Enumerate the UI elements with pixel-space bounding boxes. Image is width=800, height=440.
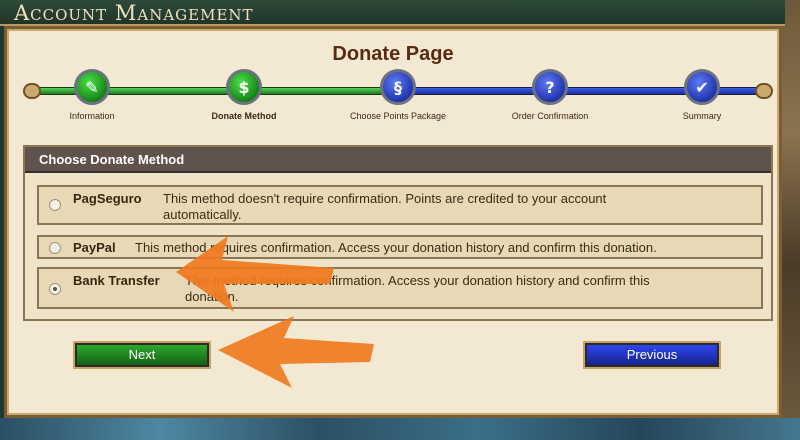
step-information: ✎ Information: [27, 69, 157, 121]
annotation-arrow-next: [218, 316, 374, 388]
method-option-paypal[interactable]: PayPal This method requires confirmation…: [37, 235, 763, 259]
scroll-icon: §: [380, 69, 416, 105]
step-label: Information: [69, 111, 115, 121]
method-description-cont: automatically.: [163, 207, 242, 222]
header-title: Account Management: [14, 1, 254, 25]
method-option-pagseguro[interactable]: PagSeguro This method doesn't require co…: [37, 185, 763, 225]
coins-icon: $: [226, 69, 262, 105]
method-name: PagSeguro: [73, 191, 142, 206]
method-description: This method doesn't require confirmation…: [163, 191, 607, 206]
radio-pagseguro[interactable]: [49, 199, 61, 211]
step-label: Summary: [682, 111, 722, 121]
method-name: PayPal: [73, 240, 116, 255]
step-label: Order Confirmation: [511, 111, 589, 121]
method-option-bank-transfer[interactable]: Bank Transfer This method requires confi…: [37, 267, 763, 309]
checkmark-icon: ✔: [684, 69, 720, 105]
method-name: Bank Transfer: [73, 273, 160, 288]
step-label: Choose Points Package: [349, 111, 447, 121]
quill-icon: ✎: [74, 69, 110, 105]
step-donate-method: $ Donate Method: [179, 69, 309, 121]
donate-method-section: Choose Donate Method PagSeguro This meth…: [23, 145, 773, 321]
section-title: Choose Donate Method: [25, 147, 771, 173]
previous-button[interactable]: Previous: [583, 341, 721, 369]
radio-bank-transfer[interactable]: [49, 283, 61, 295]
step-choose-points-package: § Choose Points Package: [333, 69, 463, 121]
radio-paypal[interactable]: [49, 242, 61, 254]
question-icon: ?: [532, 69, 568, 105]
step-summary: ✔ Summary: [637, 69, 767, 121]
header-bar: Account Management: [0, 0, 785, 26]
background-decor-bottom: [0, 418, 800, 440]
page-title: Donate Page: [332, 43, 454, 65]
next-button[interactable]: Next: [73, 341, 211, 369]
annotation-arrow-bank-transfer: [176, 236, 334, 312]
step-order-confirmation: ? Order Confirmation: [485, 69, 615, 121]
main-panel: Donate Page ✎ Information $ Donate Metho…: [4, 26, 782, 418]
step-label: Donate Method: [211, 111, 277, 121]
